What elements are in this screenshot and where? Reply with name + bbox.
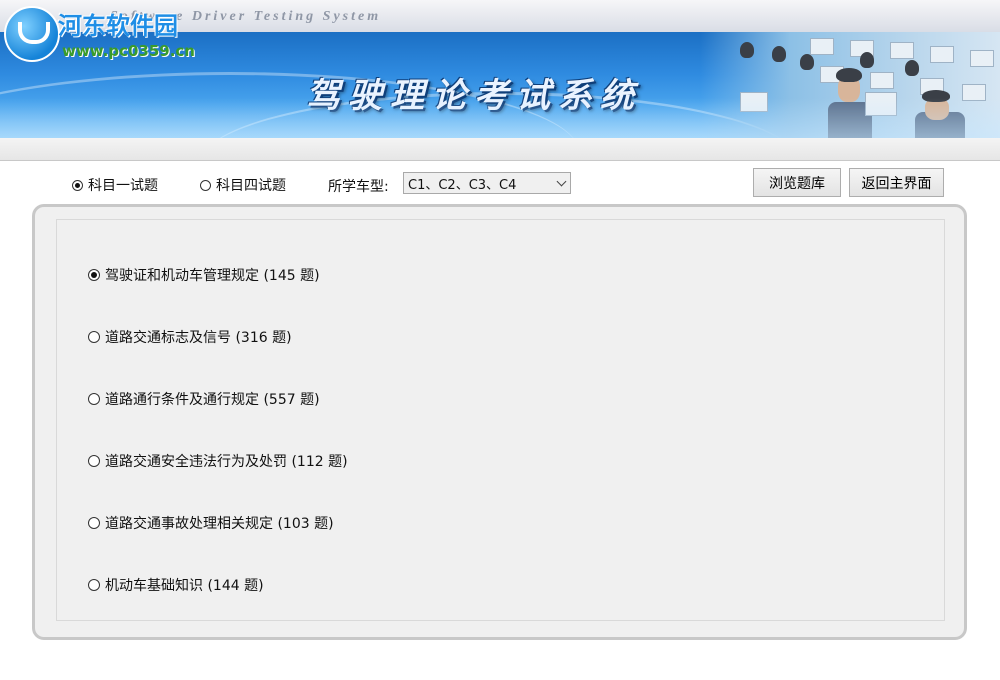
classroom-photo bbox=[700, 32, 1000, 138]
topic-option[interactable]: 机动车基础知识 (144 题) bbox=[88, 575, 264, 595]
subject-four-radio[interactable]: 科目四试题 bbox=[200, 175, 286, 195]
watermark-site-name: 河东软件园 bbox=[58, 12, 178, 40]
topic-option[interactable]: 驾驶证和机动车管理规定 (145 题) bbox=[88, 265, 320, 285]
topic-label: 道路通行条件及通行规定 (557 题) bbox=[105, 392, 320, 408]
car-type-label: 所学车型: bbox=[328, 179, 389, 195]
radio-unchecked-icon[interactable] bbox=[200, 179, 211, 191]
topic-option[interactable]: 道路交通事故处理相关规定 (103 题) bbox=[88, 513, 334, 533]
site-logo-icon bbox=[4, 6, 60, 62]
car-type-select[interactable]: C1、C2、C3、C4 bbox=[403, 172, 571, 194]
toolbar: 科目一试题 科目四试题 所学车型: C1、C2、C3、C4 浏览题库 返回主界面 bbox=[0, 168, 1000, 200]
topic-label: 道路交通安全违法行为及处罚 (112 题) bbox=[105, 454, 348, 470]
browse-question-bank-button[interactable]: 浏览题库 bbox=[753, 168, 841, 197]
car-type-value: C1、C2、C3、C4 bbox=[408, 177, 517, 193]
radio-unchecked-icon[interactable] bbox=[88, 455, 100, 467]
subject-one-radio[interactable]: 科目一试题 bbox=[72, 175, 158, 195]
radio-checked-icon[interactable] bbox=[72, 179, 83, 191]
topic-label: 驾驶证和机动车管理规定 (145 题) bbox=[105, 268, 320, 284]
return-main-button[interactable]: 返回主界面 bbox=[849, 168, 944, 197]
topic-option[interactable]: 道路交通标志及信号 (316 题) bbox=[88, 327, 292, 347]
header-divider bbox=[0, 138, 1000, 161]
subject-four-label: 科目四试题 bbox=[216, 178, 286, 194]
topic-option[interactable]: 道路交通安全违法行为及处罚 (112 题) bbox=[88, 451, 348, 471]
radio-unchecked-icon[interactable] bbox=[88, 393, 100, 405]
chevron-down-icon bbox=[556, 176, 567, 187]
radio-unchecked-icon[interactable] bbox=[88, 331, 100, 343]
subject-one-label: 科目一试题 bbox=[88, 178, 158, 194]
radio-checked-icon[interactable] bbox=[88, 269, 100, 281]
topic-option[interactable]: 道路通行条件及通行规定 (557 题) bbox=[88, 389, 320, 409]
banner-swoosh bbox=[200, 92, 800, 138]
topic-panel: 驾驶证和机动车管理规定 (145 题) 道路交通标志及信号 (316 题) 道路… bbox=[32, 204, 967, 640]
app-title: 驾驶理论考试系统 bbox=[306, 76, 642, 116]
watermark-url: www.pc0359.cn bbox=[62, 42, 195, 60]
topic-label: 机动车基础知识 (144 题) bbox=[105, 578, 264, 594]
radio-unchecked-icon[interactable] bbox=[88, 517, 100, 529]
topic-label: 道路交通事故处理相关规定 (103 题) bbox=[105, 516, 334, 532]
radio-unchecked-icon[interactable] bbox=[88, 579, 100, 591]
topic-label: 道路交通标志及信号 (316 题) bbox=[105, 330, 292, 346]
topic-list: 驾驶证和机动车管理规定 (145 题) 道路交通标志及信号 (316 题) 道路… bbox=[56, 219, 945, 621]
